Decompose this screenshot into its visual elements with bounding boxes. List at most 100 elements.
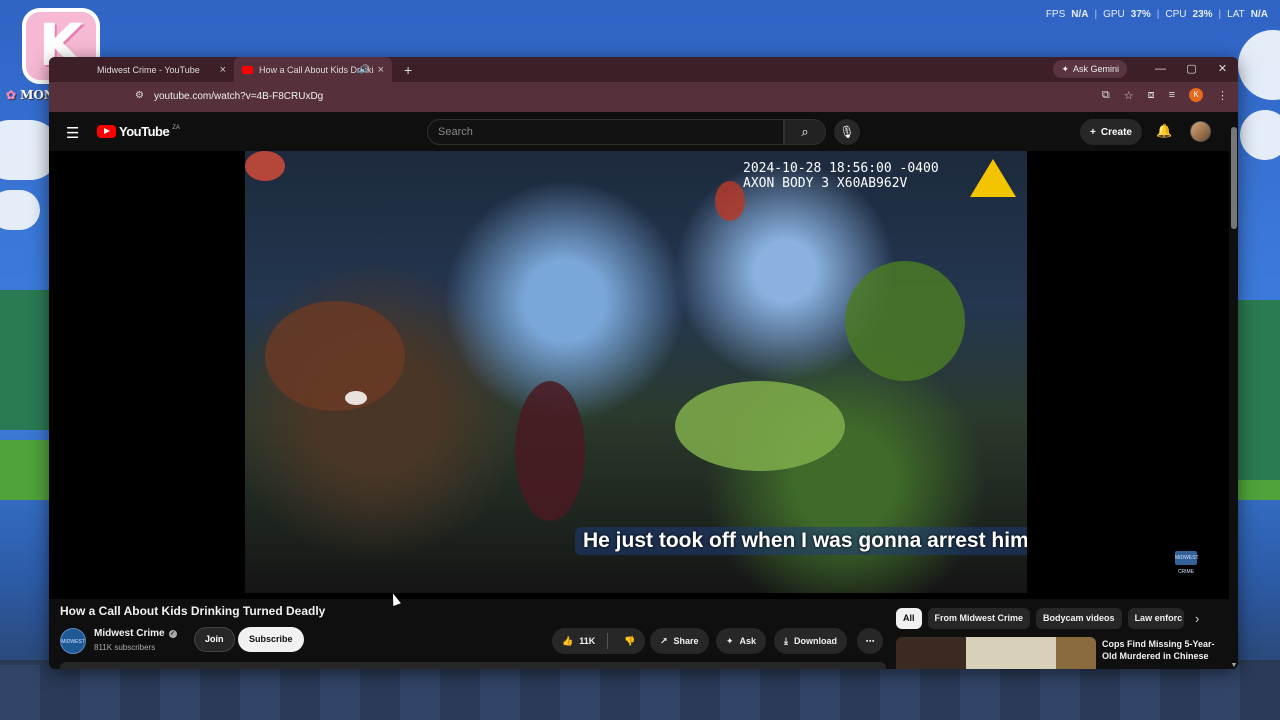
foliage [675,381,845,471]
sparkle-icon: ✦ [1061,63,1069,74]
channel-name-label: Midwest Crime [94,628,165,639]
foliage [265,301,405,411]
page-scrollbar[interactable]: ▼ [1230,117,1238,669]
related-chips: All From Midwest Crime Bodycam videos La… [896,608,1184,629]
flashlight-glare [345,391,367,405]
tab-strip: Midwest Crime - YouTube × How a Call Abo… [49,57,1238,82]
window-controls: — ▢ ✕ [1145,57,1238,82]
share-button[interactable]: ↗ Share [650,628,709,654]
chip-from-channel[interactable]: From Midwest Crime [927,608,1031,629]
profile-avatar[interactable]: K [1189,88,1203,102]
toolbar-icons: ⧉ ☆ ⧈ ≡ K ⋮ [1102,88,1228,102]
minimize-icon[interactable]: — [1145,57,1176,82]
more-actions-button[interactable]: ⋯ [857,628,883,654]
channel-watermark[interactable]: MIDWEST CRIME [1175,551,1199,575]
create-label: Create [1100,126,1132,138]
user-avatar[interactable] [1190,121,1211,142]
recommended-thumbnail[interactable] [896,637,1096,669]
maximize-icon[interactable]: ▢ [1176,57,1207,82]
search-button[interactable]: ⌕ [784,119,826,145]
foliage [245,151,285,181]
cast-icon[interactable]: ⧉ [1102,89,1110,102]
gpu-label: GPU [1103,9,1125,20]
notifications-bell-icon[interactable]: 🔔 [1156,123,1172,139]
scrollbar-thumb[interactable] [1231,127,1237,229]
more-dots-icon: ⋯ [865,635,875,646]
scroll-down-icon[interactable]: ▼ [1230,662,1238,669]
microphone-icon: 🎙 [839,125,855,139]
gpu-value: 37% [1130,9,1151,20]
foliage [515,381,585,521]
background-hill [0,290,49,430]
address-bar: ⚙ youtube.com/watch?v=4B-F8CRUxDg ⧉ ☆ ⧈ … [49,82,1238,112]
join-button[interactable]: Join [194,627,235,652]
ask-gemini-button[interactable]: ✦ Ask Gemini [1053,60,1127,78]
channel-avatar[interactable]: MIDWEST CRIME [60,628,86,669]
lat-label: LAT [1227,9,1245,20]
site-info-icon[interactable]: ⚙ [135,90,144,101]
lat-value: N/A [1250,9,1268,20]
channel-name[interactable]: Midwest Crime ✓ [94,628,177,639]
url-field[interactable]: youtube.com/watch?v=4B-F8CRUxDg [154,91,323,102]
chevron-right-icon[interactable]: › [1195,611,1199,626]
thumbs-down-icon[interactable]: 👎 [614,636,645,647]
background-hill [1238,480,1280,500]
close-tab-icon[interactable]: × [220,64,226,76]
bookmark-star-icon[interactable]: ☆ [1124,89,1134,102]
region-code: ZA [172,124,180,131]
cpu-label: CPU [1165,9,1187,20]
youtube-wordmark: YouTube [119,124,170,139]
close-window-icon[interactable]: ✕ [1207,57,1238,82]
foliage [845,261,965,381]
hud-separator: | [1156,9,1160,20]
hamburger-menu-icon[interactable]: ☰ [66,124,79,142]
background-hill [0,440,49,500]
hud-separator: | [1094,9,1098,20]
chip-bodycam-videos[interactable]: Bodycam videos [1036,608,1122,629]
ask-gemini-label: Ask Gemini [1072,64,1119,74]
youtube-header: ☰ YouTube ZA Search ⌕ 🎙 + Create 🔔 [49,112,1238,152]
subtitle-caption: He just took off when I was gonna arrest… [575,527,1027,555]
ask-button[interactable]: ✦ Ask [716,628,767,654]
background-rocks [0,665,1280,720]
subscriber-count: 811K subscribers [94,643,156,652]
youtube-play-icon [97,125,116,138]
download-button[interactable]: ⤓ Download [774,628,847,654]
new-tab-button[interactable]: + [404,62,412,78]
share-icon: ↗ [660,635,668,646]
subscribe-button[interactable]: Subscribe [238,627,304,652]
divider [607,633,609,649]
search-icon: ⌕ [801,124,809,139]
thumbs-up-icon[interactable]: 👍 [562,636,573,647]
search-placeholder: Search [438,126,473,138]
background-cloud [1238,30,1280,100]
recommended-title[interactable]: Cops Find Missing 5-Year-Old Murdered in… [1102,638,1222,662]
chip-all[interactable]: All [896,608,922,629]
plus-icon: + [1090,126,1096,138]
reading-list-icon[interactable]: ≡ [1169,89,1175,101]
speaker-icon[interactable]: 🔊 [359,64,370,75]
timestamp-line-1: 2024-10-28 18:56:00 -0400 [743,161,939,176]
chip-law-enforcement[interactable]: Law enforc [1127,608,1184,629]
hud-separator: | [1218,9,1222,20]
create-button[interactable]: + Create [1080,119,1142,145]
description-box[interactable] [60,662,886,669]
youtube-logo[interactable]: YouTube ZA [97,124,180,139]
tab-label: How a Call About Kids Drinki [259,64,374,75]
sparkle-icon: ✦ [726,635,734,646]
video-player[interactable]: 2024-10-28 18:56:00 -0400 AXON BODY 3 X6… [49,151,1229,599]
close-tab-icon[interactable]: × [378,64,384,76]
foliage [715,181,745,221]
search-input[interactable]: Search [427,119,784,145]
extensions-icon[interactable]: ⧈ [1148,89,1155,102]
like-count[interactable]: 11K [579,636,595,646]
background-hill [1238,300,1280,480]
tab-midwest-crime[interactable]: Midwest Crime - YouTube × [49,57,234,82]
video-frame[interactable]: 2024-10-28 18:56:00 -0400 AXON BODY 3 X6… [245,151,1027,593]
verified-icon: ✓ [168,629,177,638]
download-icon: ⤓ [784,635,788,646]
flower-icon: ✿ [6,88,17,102]
menu-kebab-icon[interactable]: ⋮ [1217,89,1228,102]
voice-search-button[interactable]: 🎙 [834,119,860,145]
tab-current-video[interactable]: How a Call About Kids Drinki 🔊 × [234,57,392,82]
